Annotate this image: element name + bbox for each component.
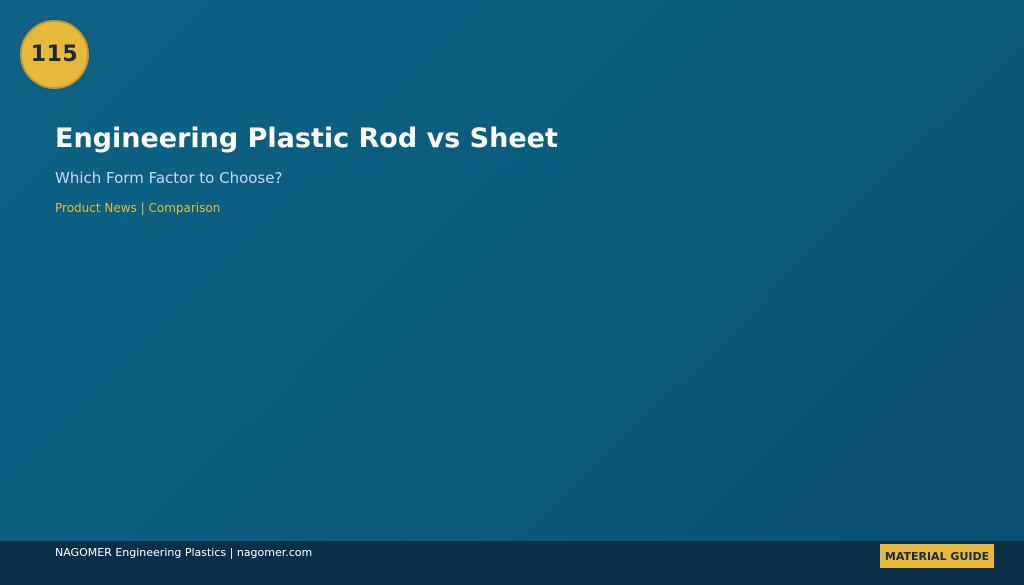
issue-number-badge: 115 (20, 20, 89, 89)
page-subtitle: Which Form Factor to Choose? (55, 169, 283, 187)
hero-slide: 115 Engineering Plastic Rod vs Sheet Whi… (0, 0, 1024, 585)
material-guide-button[interactable]: MATERIAL GUIDE (880, 544, 994, 568)
footer-bar: NAGOMER Engineering Plastics | nagomer.c… (0, 541, 1024, 585)
category-meta: Product News | Comparison (55, 201, 221, 215)
page-title: Engineering Plastic Rod vs Sheet (55, 123, 558, 154)
footer-brand: NAGOMER Engineering Plastics | nagomer.c… (55, 546, 313, 559)
material-guide-label: MATERIAL GUIDE (884, 549, 990, 563)
issue-number: 115 (30, 42, 79, 67)
